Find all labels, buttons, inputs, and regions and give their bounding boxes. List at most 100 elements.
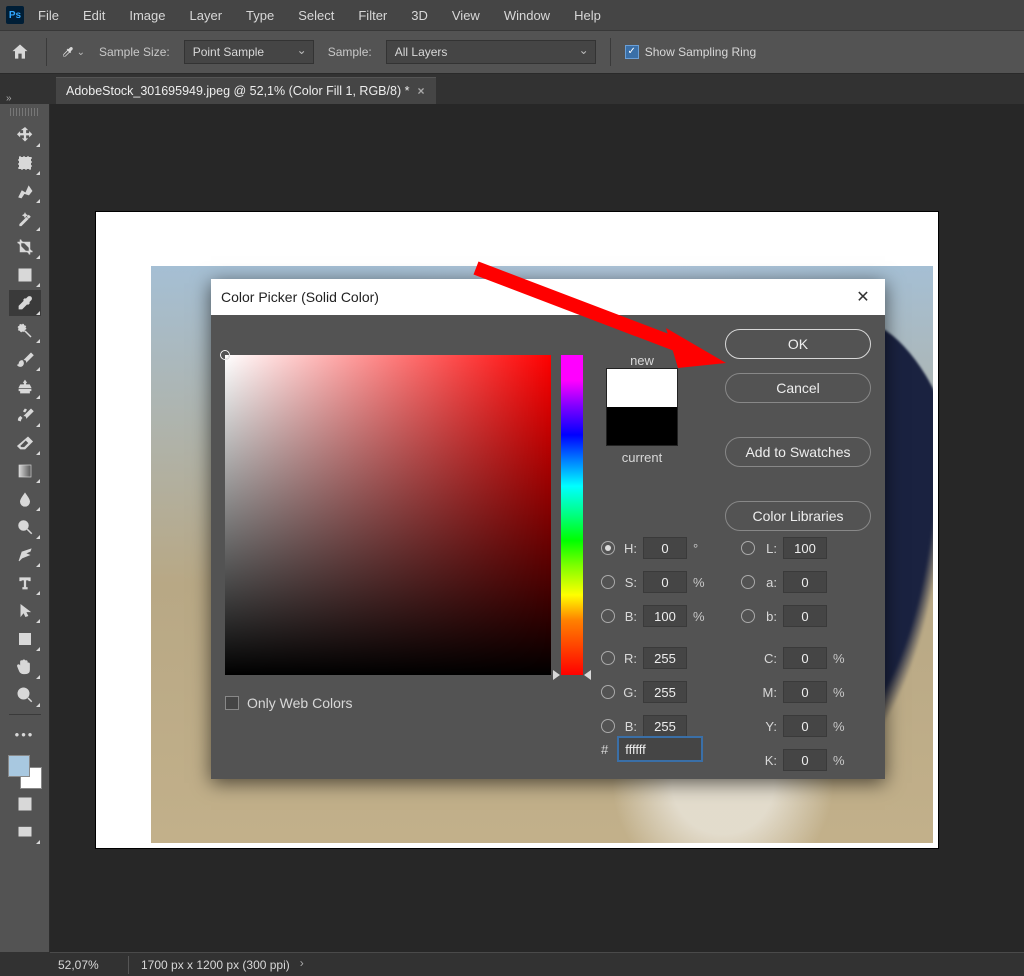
c-input[interactable]: [783, 647, 827, 669]
menu-edit[interactable]: Edit: [73, 4, 115, 27]
marquee-tool[interactable]: [9, 150, 41, 176]
dialog-title: Color Picker (Solid Color): [221, 289, 379, 305]
h-radio[interactable]: [601, 541, 615, 555]
foreground-swatch[interactable]: [8, 755, 30, 777]
bv-radio[interactable]: [601, 609, 615, 623]
edit-toolbar[interactable]: •••: [9, 721, 41, 747]
lasso-tool[interactable]: [9, 178, 41, 204]
color-field-cursor: [220, 350, 230, 360]
spot-healing-tool[interactable]: [9, 318, 41, 344]
s-input[interactable]: [643, 571, 687, 593]
type-tool[interactable]: [9, 570, 41, 596]
lab-b-input[interactable]: [783, 605, 827, 627]
home-icon[interactable]: [8, 40, 32, 64]
clone-stamp-tool[interactable]: [9, 374, 41, 400]
dialog-titlebar[interactable]: Color Picker (Solid Color) ✕: [211, 279, 885, 315]
blur-tool[interactable]: [9, 486, 41, 512]
zoom-value[interactable]: 52,07%: [58, 958, 128, 972]
c-label: C:: [761, 651, 777, 666]
g-radio[interactable]: [601, 685, 615, 699]
gradient-tool[interactable]: [9, 458, 41, 484]
y-input[interactable]: [783, 715, 827, 737]
k-input[interactable]: [783, 749, 827, 771]
current-color-swatch[interactable]: [607, 407, 677, 445]
hue-slider[interactable]: [561, 355, 583, 675]
sample-size-label: Sample Size:: [99, 45, 170, 59]
a-radio[interactable]: [741, 575, 755, 589]
ok-button[interactable]: OK: [725, 329, 871, 359]
path-select-tool[interactable]: [9, 598, 41, 624]
h-input[interactable]: [643, 537, 687, 559]
dodge-tool[interactable]: [9, 514, 41, 540]
color-picker-dialog: Color Picker (Solid Color) ✕ new current…: [211, 279, 885, 779]
color-libraries-button[interactable]: Color Libraries: [725, 501, 871, 531]
hash-label: #: [601, 742, 608, 757]
menu-window[interactable]: Window: [494, 4, 560, 27]
menu-layer[interactable]: Layer: [180, 4, 233, 27]
eraser-tool[interactable]: [9, 430, 41, 456]
frame-tool[interactable]: [9, 262, 41, 288]
color-field[interactable]: [225, 355, 551, 675]
menu-help[interactable]: Help: [564, 4, 611, 27]
sample-select[interactable]: All Layers: [386, 40, 596, 64]
only-web-colors-checkbox[interactable]: Only Web Colors: [225, 695, 353, 711]
cancel-button[interactable]: Cancel: [725, 373, 871, 403]
deg-unit: °: [693, 541, 709, 556]
document-info[interactable]: 1700 px x 1200 px (300 ppi): [128, 956, 306, 974]
a-input[interactable]: [783, 571, 827, 593]
menu-select[interactable]: Select: [288, 4, 344, 27]
checkbox-box: [225, 696, 239, 710]
menu-filter[interactable]: Filter: [348, 4, 397, 27]
rectangle-tool[interactable]: [9, 626, 41, 652]
bv-input[interactable]: [643, 605, 687, 627]
new-label: new: [606, 353, 678, 368]
bb-radio[interactable]: [601, 719, 615, 733]
bv-label: B:: [621, 609, 637, 624]
l-label: L:: [761, 541, 777, 556]
add-to-swatches-button[interactable]: Add to Swatches: [725, 437, 871, 467]
status-bar: 52,07% 1700 px x 1200 px (300 ppi): [50, 952, 1024, 976]
eyedropper-icon[interactable]: ⌄: [61, 40, 85, 64]
zoom-tool[interactable]: [9, 682, 41, 708]
tabs-chevron-icon[interactable]: »: [6, 93, 26, 104]
current-label: current: [606, 450, 678, 465]
brush-tool[interactable]: [9, 346, 41, 372]
menu-3d[interactable]: 3D: [401, 4, 438, 27]
eyedropper-tool[interactable]: [9, 290, 41, 316]
toolbox-handle[interactable]: [10, 108, 40, 116]
l-input[interactable]: [783, 537, 827, 559]
g-input[interactable]: [643, 681, 687, 703]
l-radio[interactable]: [741, 541, 755, 555]
toolbox: •••: [0, 104, 50, 952]
sample-size-select[interactable]: Point Sample: [184, 40, 314, 64]
m-input[interactable]: [783, 681, 827, 703]
magic-wand-tool[interactable]: [9, 206, 41, 232]
crop-tool[interactable]: [9, 234, 41, 260]
menu-image[interactable]: Image: [119, 4, 175, 27]
close-tab-icon[interactable]: ×: [417, 84, 424, 98]
lab-b-radio[interactable]: [741, 609, 755, 623]
bb-input[interactable]: [643, 715, 687, 737]
color-swatches[interactable]: [8, 755, 42, 789]
menu-view[interactable]: View: [442, 4, 490, 27]
lab-b-label: b:: [761, 609, 777, 624]
s-radio[interactable]: [601, 575, 615, 589]
history-brush-tool[interactable]: [9, 402, 41, 428]
screen-mode-tool[interactable]: [9, 819, 41, 845]
h-label: H:: [621, 541, 637, 556]
document-tab[interactable]: AdobeStock_301695949.jpeg @ 52,1% (Color…: [56, 77, 436, 104]
close-icon[interactable]: ✕: [851, 287, 875, 307]
g-label: G:: [621, 685, 637, 700]
hand-tool[interactable]: [9, 654, 41, 680]
new-color-swatch[interactable]: [607, 369, 677, 407]
show-sampling-ring-checkbox[interactable]: ✓ Show Sampling Ring: [625, 45, 756, 59]
menu-file[interactable]: File: [28, 4, 69, 27]
hex-input[interactable]: [618, 737, 702, 761]
r-radio[interactable]: [601, 651, 615, 665]
quick-mask-tool[interactable]: [9, 791, 41, 817]
pen-tool[interactable]: [9, 542, 41, 568]
move-tool[interactable]: [9, 122, 41, 148]
menubar: Ps File Edit Image Layer Type Select Fil…: [0, 0, 1024, 30]
r-input[interactable]: [643, 647, 687, 669]
menu-type[interactable]: Type: [236, 4, 284, 27]
